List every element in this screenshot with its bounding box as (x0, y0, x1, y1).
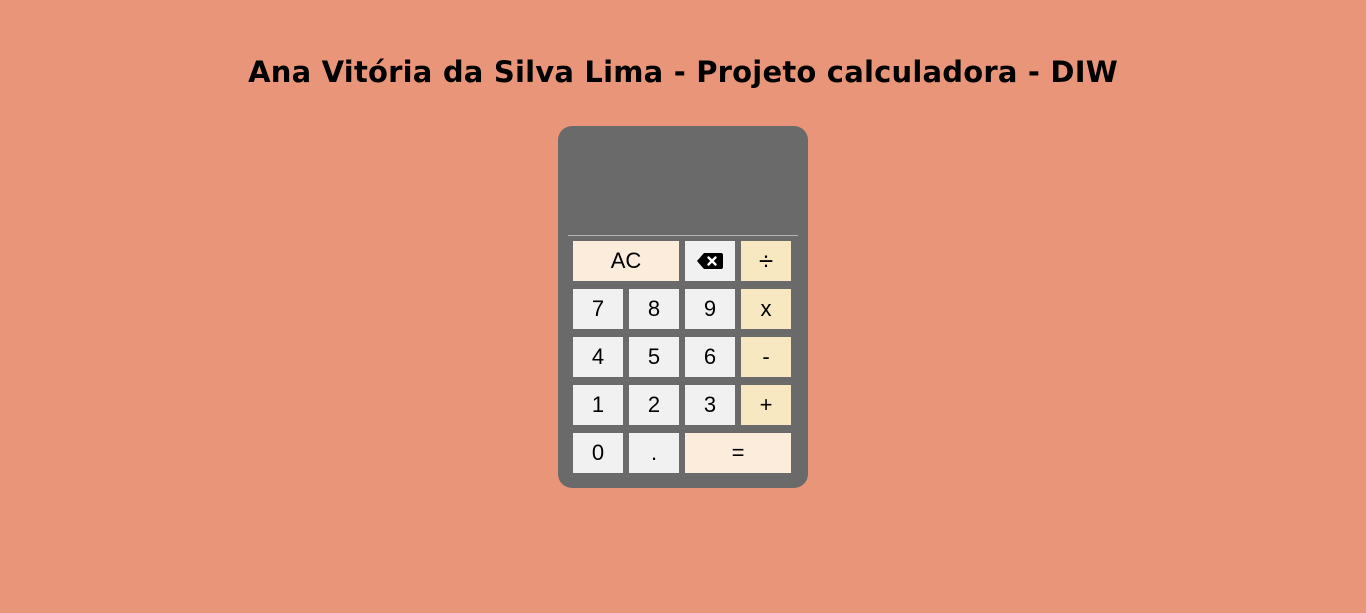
key-9[interactable]: 9 (685, 289, 735, 329)
key-7[interactable]: 7 (573, 289, 623, 329)
key-6[interactable]: 6 (685, 337, 735, 377)
backspace-icon (697, 253, 723, 269)
key-2[interactable]: 2 (629, 385, 679, 425)
key-8[interactable]: 8 (629, 289, 679, 329)
key-3[interactable]: 3 (685, 385, 735, 425)
key-0[interactable]: 0 (573, 433, 623, 473)
key-1[interactable]: 1 (573, 385, 623, 425)
backspace-button[interactable] (685, 241, 735, 281)
key-4[interactable]: 4 (573, 337, 623, 377)
decimal-point-button[interactable]: . (629, 433, 679, 473)
calculator-display (568, 126, 798, 236)
page-title: Ana Vitória da Silva Lima - Projeto calc… (248, 55, 1118, 89)
divide-button[interactable]: ÷ (741, 241, 791, 281)
clear-all-button[interactable]: AC (573, 241, 679, 281)
minus-button[interactable]: - (741, 337, 791, 377)
equals-button[interactable]: = (685, 433, 791, 473)
calculator: AC ÷ 7 8 9 x 4 5 6 - 1 2 3 + 0 . = (558, 126, 808, 488)
plus-button[interactable]: + (741, 385, 791, 425)
multiply-button[interactable]: x (741, 289, 791, 329)
page: Ana Vitória da Silva Lima - Projeto calc… (0, 0, 1366, 613)
key-5[interactable]: 5 (629, 337, 679, 377)
